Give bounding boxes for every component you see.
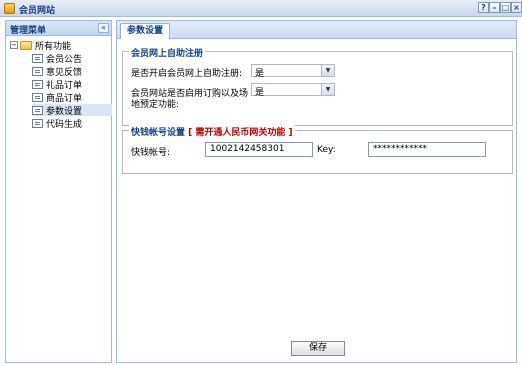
tree-item-label: 会员公告 xyxy=(46,54,83,65)
sidebar-header: 管理菜单 « xyxy=(6,21,111,36)
account-input[interactable]: 1002142458301 xyxy=(205,142,313,157)
tree-collapse-icon[interactable]: − xyxy=(10,41,18,49)
document-icon xyxy=(32,105,43,115)
tree-item-label: 商品订单 xyxy=(46,93,83,104)
tree-item-label: 意见反馈 xyxy=(46,67,83,78)
tree-root[interactable]: − 所有功能 xyxy=(10,39,72,52)
tree-item-label: 礼品订单 xyxy=(46,80,83,91)
chevron-down-icon: ▼ xyxy=(321,65,334,76)
kuaiqian-legend: 快钱帐号设置 [ 需开通人民币网关功能 ] xyxy=(129,125,295,138)
window-titlebar: 会员网站 ? – □ × xyxy=(0,0,522,17)
registration-legend: 会员网上自助注册 xyxy=(129,46,206,59)
help-icon[interactable]: ? xyxy=(478,2,489,13)
kuaiqian-fieldset: 快钱帐号设置 [ 需开通人民币网关功能 ] 快钱帐号: 100214245830… xyxy=(122,125,513,174)
minimize-icon[interactable]: – xyxy=(489,2,500,13)
maximize-icon[interactable]: □ xyxy=(500,2,511,13)
document-icon xyxy=(32,92,43,102)
self-register-select[interactable]: 是 ▼ xyxy=(251,64,335,79)
tree-item-announcements[interactable]: 会员公告 xyxy=(32,52,112,65)
tree-item-code-generation[interactable]: 代码生成 xyxy=(32,117,112,130)
folder-open-icon xyxy=(20,40,32,50)
sidebar-title: 管理菜单 xyxy=(10,26,47,36)
booking-value: 是 xyxy=(255,88,265,98)
app-icon xyxy=(4,3,15,14)
self-register-label: 是否开启会员网上自助注册: xyxy=(131,69,243,79)
key-label: Key: xyxy=(317,145,336,155)
document-icon xyxy=(32,53,43,63)
tree-root-label: 所有功能 xyxy=(35,41,72,52)
tree-item-parameter-settings[interactable]: 参数设置 xyxy=(32,104,112,117)
close-icon[interactable]: × xyxy=(511,2,522,13)
tab-strip: 参数设置 xyxy=(117,21,516,39)
main-panel: 参数设置 会员网上自助注册 是否开启会员网上自助注册: 是 ▼ 会员网站是否启用… xyxy=(116,20,517,363)
tab-parameter-settings[interactable]: 参数设置 xyxy=(120,23,171,39)
kuaiqian-legend-warning: [ 需开通人民币网关功能 ] xyxy=(188,128,293,138)
account-label: 快钱帐号: xyxy=(131,148,171,158)
key-input[interactable]: ************ xyxy=(368,142,486,157)
self-register-value: 是 xyxy=(255,69,265,79)
kuaiqian-legend-title: 快钱帐号设置 xyxy=(131,128,186,138)
save-button[interactable]: 保存 xyxy=(291,341,345,356)
window-title: 会员网站 xyxy=(19,6,56,16)
tree-item-feedback[interactable]: 意见反馈 xyxy=(32,65,112,78)
booking-select[interactable]: 是 ▼ xyxy=(251,83,335,98)
registration-fieldset: 会员网上自助注册 是否开启会员网上自助注册: 是 ▼ 会员网站是否启用订购以及场… xyxy=(122,46,513,126)
tree-item-gift-orders[interactable]: 礼品订单 xyxy=(32,78,112,91)
booking-label-line2: 地预定功能: xyxy=(131,100,180,110)
collapse-sidebar-icon[interactable]: « xyxy=(98,23,109,33)
tree-item-label: 代码生成 xyxy=(46,119,83,130)
tree-item-product-orders[interactable]: 商品订单 xyxy=(32,91,112,104)
document-icon xyxy=(32,66,43,76)
tree-item-label: 参数设置 xyxy=(46,106,83,117)
chevron-down-icon: ▼ xyxy=(321,84,334,95)
sidebar: 管理菜单 « − 所有功能 会员公告 意见反馈 礼品订单 商品订单 参数设置 代… xyxy=(5,20,112,363)
document-icon xyxy=(32,79,43,89)
document-icon xyxy=(32,118,43,128)
